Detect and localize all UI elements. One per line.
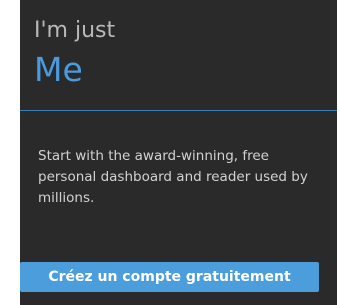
- plan-description: Start with the award-winning, free perso…: [38, 148, 308, 206]
- plan-header: I'm just Me: [20, 0, 337, 111]
- plan-subtitle: I'm just: [34, 18, 116, 43]
- plan-title: Me: [34, 50, 83, 89]
- plan-card: I'm just Me Start with the award-winning…: [20, 0, 337, 305]
- create-free-account-button[interactable]: Créez un compte gratuitement: [20, 262, 319, 292]
